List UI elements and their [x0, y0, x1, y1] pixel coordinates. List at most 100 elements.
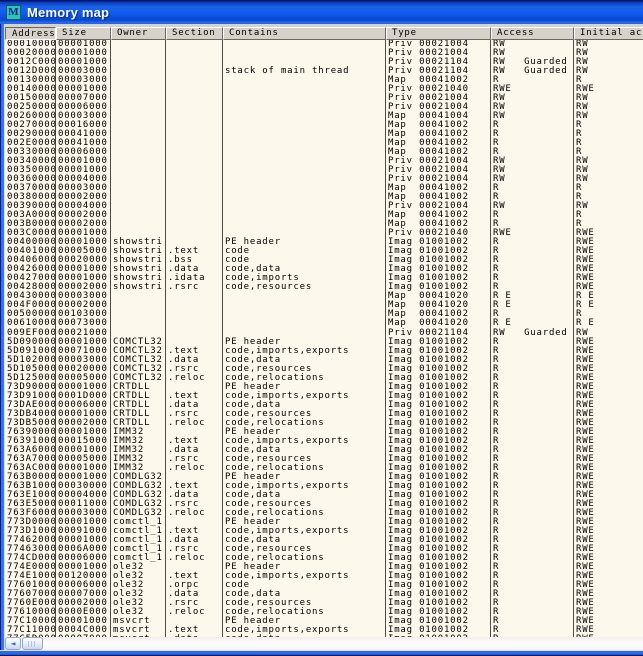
scroll-left-button[interactable]: ◄: [5, 637, 21, 650]
cell-contains: [223, 319, 386, 328]
cell-access: R: [491, 419, 574, 428]
cell-access: RW Guarded: [491, 67, 574, 76]
cell-access: R: [491, 590, 574, 599]
cell-contains: stack of main thread: [223, 67, 386, 76]
table-header: AddressSizeOwnerSectionContainsTypeAcces…: [5, 27, 643, 40]
cell-owner: [111, 184, 166, 193]
cell-section: [166, 94, 223, 103]
cell-access: R: [491, 374, 574, 383]
cell-contains: [223, 175, 386, 184]
cell-contains: [223, 49, 386, 58]
cell-access: R: [491, 464, 574, 473]
column-header-address[interactable]: Address: [5, 27, 56, 40]
horizontal-scrollbar[interactable]: ◄: [5, 637, 643, 650]
column-header-type[interactable]: Type: [386, 27, 491, 40]
column-header-section[interactable]: Section: [166, 27, 223, 40]
cell-access: R: [491, 572, 574, 581]
cell-access: R: [491, 545, 574, 554]
cell-access: R: [491, 347, 574, 356]
column-header-owner[interactable]: Owner: [111, 27, 166, 40]
cell-contains: [223, 157, 386, 166]
cell-owner: [111, 94, 166, 103]
cell-access: R: [491, 265, 574, 274]
cell-access: R: [491, 392, 574, 401]
cell-access: R: [491, 446, 574, 455]
cell-owner: [111, 49, 166, 58]
cell-contains: [223, 40, 386, 49]
cell-access: R: [491, 554, 574, 563]
cell-contains: [223, 76, 386, 85]
column-header-initial-access[interactable]: Initial access: [574, 27, 643, 40]
memory-map-window: M Memory map AddressSizeOwnerSectionCont…: [0, 0, 643, 656]
cell-contains: [223, 184, 386, 193]
cell-owner: [111, 292, 166, 301]
cell-section: [166, 121, 223, 130]
cell-owner: [111, 319, 166, 328]
window-bottom-border: [0, 650, 643, 656]
cell-section: [166, 112, 223, 121]
cell-access: R: [491, 410, 574, 419]
cell-contains: [223, 211, 386, 220]
cell-section: [166, 76, 223, 85]
cell-access: R: [491, 563, 574, 572]
cell-access: R: [491, 121, 574, 130]
cell-section: [166, 58, 223, 67]
app-icon: M: [6, 5, 21, 20]
cell-contains: [223, 292, 386, 301]
cell-access: R: [491, 608, 574, 617]
cell-initial-access: RW: [574, 202, 643, 211]
cell-access: R: [491, 518, 574, 527]
cell-access: R: [491, 581, 574, 590]
cell-owner: [111, 202, 166, 211]
cell-initial-access: R: [574, 139, 643, 148]
cell-owner: [111, 76, 166, 85]
cell-access: R: [491, 130, 574, 139]
cell-section: [166, 310, 223, 319]
cell-access: RW Guarded: [491, 329, 574, 338]
cell-contains: code,resources: [223, 283, 386, 292]
title-bar[interactable]: M Memory map: [0, 0, 643, 24]
cell-access: R: [491, 238, 574, 247]
cell-access: RW: [491, 112, 574, 121]
cell-contains: [223, 202, 386, 211]
column-header-access[interactable]: Access: [491, 27, 574, 40]
cell-access: R: [491, 455, 574, 464]
cell-section: [166, 49, 223, 58]
cell-section: [166, 193, 223, 202]
cell-contains: [223, 112, 386, 121]
column-header-size[interactable]: Size: [56, 27, 111, 40]
cell-owner: [111, 40, 166, 49]
cell-section: .reloc: [166, 374, 223, 383]
cell-initial-access: R E: [574, 301, 643, 310]
cell-owner: [111, 67, 166, 76]
cell-access: R: [491, 527, 574, 536]
cell-access: R: [491, 211, 574, 220]
cell-initial-access: R: [574, 130, 643, 139]
cell-initial-access: R: [574, 121, 643, 130]
cell-section: [166, 220, 223, 229]
scrollbar-thumb[interactable]: [22, 637, 43, 650]
column-header-contains[interactable]: Contains: [223, 27, 386, 40]
cell-section: .rsrc: [166, 283, 223, 292]
cell-contains: [223, 94, 386, 103]
cell-owner: [111, 166, 166, 175]
cell-owner: [111, 175, 166, 184]
cell-owner: [111, 220, 166, 229]
cell-contains: [223, 193, 386, 202]
cell-section: [166, 301, 223, 310]
cell-contains: [223, 220, 386, 229]
memory-map-table[interactable]: 0001000000001000Priv 00021004RWRW0002000…: [5, 40, 643, 637]
cell-access: R E: [491, 301, 574, 310]
cell-section: [166, 40, 223, 49]
cell-initial-access: RW: [574, 67, 643, 76]
cell-access: R: [491, 383, 574, 392]
cell-contains: [223, 148, 386, 157]
cell-owner: [111, 157, 166, 166]
cell-access: R: [491, 356, 574, 365]
cell-section: .reloc: [166, 509, 223, 518]
cell-owner: [111, 85, 166, 94]
cell-contains: [223, 103, 386, 112]
window-title: Memory map: [27, 5, 109, 20]
cell-section: [166, 184, 223, 193]
cell-section: [166, 148, 223, 157]
